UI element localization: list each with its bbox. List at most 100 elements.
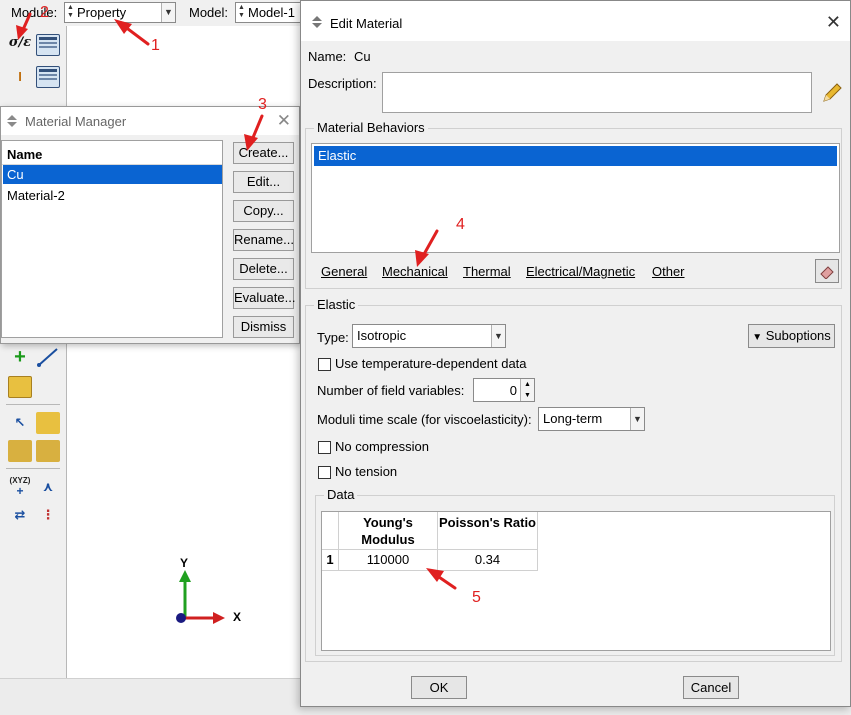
moduli-select[interactable]: Long-term ▼ [538,407,645,431]
behaviors-list[interactable]: Elastic [311,143,840,253]
description-field[interactable] [382,72,812,113]
section-manager-icon[interactable] [36,66,60,88]
no-tension-checkbox[interactable] [318,466,331,479]
datum-xyz-icon[interactable]: (XYZ) + [8,476,32,498]
spin-arrows-icon: ▲ ▼ [238,4,245,19]
pencil-icon[interactable] [820,81,844,105]
temp-dependent-label: Use temperature-dependent data [335,356,527,371]
menu-mechanical-label: Mechanical [382,264,448,279]
data-table[interactable]: Young's Modulus Poisson's Ratio 1 110000… [321,511,831,651]
material-list[interactable]: Name Cu Material-2 [1,140,223,338]
annotation-4: 4 [456,216,465,233]
datum-plane-icon[interactable]: ⇄ [8,504,32,526]
annotation-3: 3 [258,96,267,113]
copy-button[interactable]: Copy... [233,200,294,222]
edit-material-dialog: Edit Material ✕ Name: Cu Description: Ma… [300,0,851,707]
menu-general-label: General [321,264,368,279]
close-icon[interactable]: ✕ [826,12,841,33]
material-manager-titlebar: Material Manager ✕ [1,107,299,135]
list-item[interactable]: Elastic [314,146,837,166]
triad-y-label: Y [180,556,189,570]
chevron-down-icon: ▼ [161,3,175,22]
assign-section-icon[interactable] [36,412,60,434]
menu-general[interactable]: General [321,264,367,279]
menu-other[interactable]: Other [652,264,685,279]
close-icon[interactable]: ✕ [277,111,291,131]
triangle-down-icon: ▼ [752,332,763,343]
grid-icon[interactable] [8,376,32,398]
toolbox-separator [6,468,60,469]
description-label: Description: [308,76,377,91]
cell-poissons-ratio[interactable]: 0.34 [438,550,538,571]
edit-material-title: Edit Material [330,16,403,31]
list-header-name: Name [7,147,43,162]
no-compression-label: No compression [335,439,429,454]
eraser-button[interactable] [815,259,839,283]
cancel-button[interactable]: Cancel [683,676,739,699]
menu-thermal[interactable]: Thermal [463,264,511,279]
cell-youngs-modulus[interactable]: 110000 [339,550,438,571]
material-manager-icon[interactable] [36,34,60,56]
material-create-icon[interactable]: σ/ε [8,32,32,54]
temp-dependent-checkbox[interactable] [318,358,331,371]
edit-button[interactable]: Edit... [233,171,294,193]
model-combo[interactable]: ▲ ▼ Model-1 [235,2,301,23]
model-label: Model: [189,5,229,20]
moduli-value: Long-term [543,411,603,426]
suboptions-label: Suboptions [765,328,831,343]
datum-csys-icon[interactable]: ⋮ [36,504,60,526]
moduli-label: Moduli time scale (for viscoelasticity): [317,412,532,427]
no-tension-label: No tension [335,464,398,479]
create-button[interactable]: Create... [233,142,294,164]
menu-electrical-magnetic[interactable]: Electrical/Magnetic [526,264,635,279]
menu-mechanical[interactable]: Mechanical [382,264,448,279]
material-manager-dialog: Material Manager ✕ Name Cu Material-2 Cr… [0,106,300,344]
spin-arrows-icon: ▲ ▼ [67,4,74,19]
type-value: Isotropic [357,328,407,343]
evaluate-button[interactable]: Evaluate... [233,287,295,309]
elastic-group-label: Elastic [314,297,359,312]
menu-thermal-label: Thermal [463,264,511,279]
ok-button[interactable]: OK [411,676,467,699]
header-youngs-modulus[interactable]: Young's Modulus [339,512,438,550]
type-label: Type: [317,330,349,345]
spin-arrows-icon[interactable]: ▲ ▼ [520,379,534,401]
datum-axis-icon[interactable]: ⋏ [36,476,60,498]
triad-x-label: X [233,610,242,624]
module-label: Module: [11,5,58,20]
delete-button[interactable]: Delete... [233,258,294,280]
eraser-icon [820,266,834,280]
header-poissons-ratio[interactable]: Poisson's Ratio [438,512,538,550]
name-value: Cu [354,49,371,64]
data-group-label: Data [324,487,358,502]
annotation-1: 1 [151,37,160,54]
suboptions-button[interactable]: ▼ Suboptions [748,324,835,348]
orientation-icon[interactable] [36,346,60,368]
chevron-down-icon: ▼ [630,408,644,430]
field-vars-value: 0 [509,383,517,398]
section-create-icon[interactable]: I [8,66,32,88]
partition-icon[interactable] [8,440,32,462]
row-index: 1 [322,550,339,571]
cut-icon[interactable] [36,440,60,462]
type-select[interactable]: Isotropic ▼ [352,324,506,348]
toolbox-separator [6,404,60,405]
model-value: Model-1 [248,5,295,20]
no-compression-checkbox[interactable] [318,441,331,454]
module-combo[interactable]: ▲ ▼ Property ▼ [64,2,176,23]
edit-material-titlebar: Edit Material ✕ [301,1,850,41]
annotation-5: 5 [472,589,481,606]
menu-electrical-label: Electrical/Magnetic [526,264,636,279]
list-item[interactable]: Cu [3,165,222,184]
menu-other-label: Other [652,264,685,279]
field-vars-spinbox[interactable]: 0 ▲ ▼ [473,378,535,402]
module-value: Property [77,5,127,20]
annotation-2: 2 [40,4,49,21]
rename-button[interactable]: Rename... [233,229,294,251]
dismiss-button[interactable]: Dismiss [233,316,294,338]
add-icon[interactable]: + [8,346,32,368]
name-label: Name: [308,49,347,64]
pointer-icon[interactable]: ↖ [8,412,32,434]
list-item[interactable]: Material-2 [3,186,222,205]
abaqus-logo-icon [6,115,18,127]
